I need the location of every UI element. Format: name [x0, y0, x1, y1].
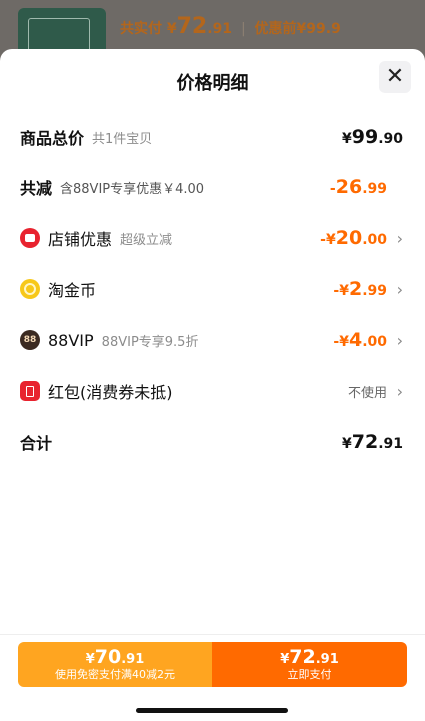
- row-taojinbi[interactable]: 淘金币 -¥ 2.99 ›: [20, 275, 403, 303]
- reduction-label: 共减: [20, 179, 53, 198]
- goods-total-value: ¥99.90: [341, 126, 403, 148]
- chevron-right-icon: ›: [396, 228, 403, 248]
- sheet-title: 价格明细: [176, 73, 249, 94]
- divider: |: [240, 21, 246, 37]
- sum-value: ¥72.91: [341, 431, 403, 453]
- price-detail-sheet: 价格明细 ✕ 商品总价 共1件宝贝 ¥99.90 共减 含88VIP专享优惠￥4…: [0, 49, 425, 720]
- actual-pay-label: 共实付: [120, 21, 162, 37]
- actual-pay-dec: .91: [207, 21, 233, 37]
- shop-icon: [20, 228, 40, 248]
- password-free-pay-button[interactable]: ¥70.91 使用免密支付满40减2元: [18, 642, 212, 687]
- sum-label: 合计: [20, 434, 53, 453]
- actual-pay-currency: ¥: [166, 21, 177, 37]
- chevron-right-icon: ›: [396, 381, 403, 401]
- red-packet-value: 不使用: [347, 385, 387, 401]
- row-total-reduction: 共减 含88VIP专享优惠￥4.00 -26.99: [20, 173, 403, 201]
- vip-value: -¥ 4.00: [333, 329, 387, 351]
- close-icon: ✕: [385, 64, 405, 89]
- home-indicator: [136, 708, 288, 713]
- row-shop-discount[interactable]: 店铺优惠 超级立减 -¥ 20.00 ›: [20, 224, 403, 252]
- close-button[interactable]: ✕: [379, 61, 411, 93]
- pay-buttons: ¥70.91 使用免密支付满40减2元 ¥72.91 立即支付: [18, 642, 407, 687]
- row-red-packet[interactable]: 红包(消费券未抵) 不使用 ›: [20, 377, 403, 405]
- chevron-right-icon: ›: [396, 279, 403, 299]
- shop-discount-value: -¥ 20.00: [320, 227, 387, 249]
- pay-now-label: 立即支付: [287, 668, 332, 682]
- coin-icon: [20, 279, 40, 299]
- pay-now-button[interactable]: ¥72.91 立即支付: [212, 642, 407, 687]
- taojinbi-value: -¥ 2.99: [333, 278, 387, 300]
- shop-discount-label: 店铺优惠: [48, 230, 113, 249]
- red-packet-label: 红包(消费券未抵): [48, 383, 173, 402]
- pay-now-amount: ¥72.91: [280, 646, 339, 669]
- row-88vip[interactable]: 88 88VIP 88VIP专享9.5折 -¥ 4.00 ›: [20, 326, 403, 354]
- goods-total-label: 商品总价: [20, 129, 85, 148]
- reduction-note: 含88VIP专享优惠￥4.00: [60, 181, 205, 197]
- row-goods-total: 商品总价 共1件宝贝 ¥99.90: [20, 123, 403, 151]
- password-free-pay-note: 使用免密支付满40减2元: [55, 668, 175, 682]
- before-discount-price: 优惠前¥99.9: [254, 21, 341, 37]
- shop-discount-note: 超级立减: [120, 232, 173, 248]
- row-sum: 合计 ¥72.91: [20, 428, 403, 456]
- reduction-value: -26.99: [329, 176, 387, 198]
- vip-badge-icon: 88: [20, 330, 40, 350]
- chevron-right-icon: ›: [396, 330, 403, 350]
- vip-label: 88VIP: [48, 330, 94, 350]
- actual-pay-int: 72: [176, 14, 208, 39]
- password-free-pay-amount: ¥70.91: [85, 646, 145, 669]
- taojinbi-label: 淘金币: [48, 281, 97, 300]
- red-packet-icon: [20, 381, 40, 401]
- vip-note: 88VIP专享9.5折: [101, 334, 199, 350]
- goods-count: 共1件宝贝: [92, 131, 153, 147]
- background-price-summary: 共实付 ¥72.91 | 优惠前¥99.9: [120, 14, 341, 39]
